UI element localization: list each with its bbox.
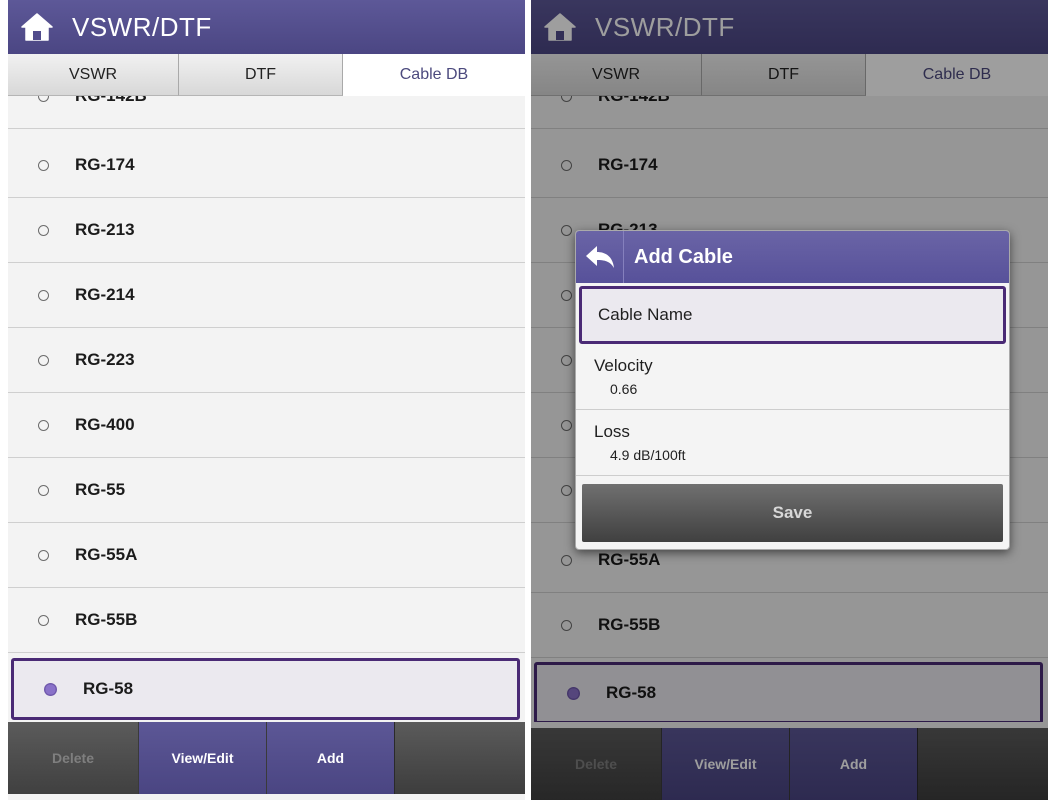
cable-name: RG-55A bbox=[598, 550, 661, 569]
cable-list[interactable]: RG-142B RG-174 RG-213 RG-214 RG-223 RG-4… bbox=[8, 96, 525, 722]
cable-name-field[interactable]: Cable Name bbox=[579, 286, 1006, 344]
loss-label: Loss bbox=[594, 422, 630, 441]
velocity-label: Velocity bbox=[594, 356, 653, 375]
bottom-action-bar: Delete View/Edit Add bbox=[8, 722, 525, 794]
tab-vswr[interactable]: VSWR bbox=[8, 54, 179, 96]
list-item[interactable]: RG-142B bbox=[8, 96, 525, 129]
radio-button[interactable] bbox=[561, 619, 572, 631]
add-cable-dialog: Add Cable Cable Name Velocity 0.66 Loss … bbox=[575, 230, 1010, 550]
radio-button[interactable] bbox=[38, 159, 49, 171]
cable-name: RG-55B bbox=[598, 615, 661, 634]
radio-button-checked[interactable] bbox=[567, 686, 580, 700]
cable-name-label: Cable Name bbox=[598, 305, 693, 324]
delete-button[interactable]: Delete bbox=[531, 728, 661, 800]
radio-button[interactable] bbox=[561, 224, 572, 236]
tab-dtf[interactable]: DTF bbox=[179, 54, 343, 96]
cable-name: RG-223 bbox=[75, 350, 135, 369]
list-item[interactable]: RG-214 bbox=[8, 263, 525, 328]
list-item[interactable]: RG-55 bbox=[8, 458, 525, 523]
cable-name: RG-400 bbox=[75, 415, 135, 434]
title-bar: VSWR/DTF bbox=[531, 0, 1048, 54]
loss-field[interactable]: Loss 4.9 dB/100ft bbox=[576, 410, 1009, 476]
radio-button[interactable] bbox=[38, 354, 49, 366]
radio-button[interactable] bbox=[561, 419, 572, 431]
cable-name: RG-55 bbox=[75, 480, 126, 499]
home-icon[interactable] bbox=[543, 12, 579, 42]
back-arrow-icon[interactable] bbox=[576, 231, 624, 283]
list-item[interactable]: RG-400 bbox=[8, 393, 525, 458]
tab-cable-db[interactable]: Cable DB bbox=[343, 54, 525, 96]
radio-button-checked[interactable] bbox=[44, 682, 57, 696]
add-button[interactable]: Add bbox=[789, 728, 917, 800]
tab-cable-db[interactable]: Cable DB bbox=[866, 54, 1048, 96]
radio-button[interactable] bbox=[38, 549, 49, 561]
cable-name: RG-58 bbox=[606, 683, 657, 702]
cable-name: RG-213 bbox=[75, 220, 135, 239]
list-item-selected[interactable]: RG-58 bbox=[534, 662, 1043, 722]
title-bar: VSWR/DTF bbox=[8, 0, 525, 54]
app-title: VSWR/DTF bbox=[72, 11, 212, 42]
cable-name: RG-174 bbox=[598, 155, 658, 174]
cable-name: RG-174 bbox=[75, 155, 135, 174]
bottom-action-bar: Delete View/Edit Add bbox=[531, 728, 1048, 800]
dialog-header: Add Cable bbox=[576, 231, 1009, 283]
cable-name: RG-55B bbox=[75, 610, 138, 629]
dialog-title: Add Cable bbox=[634, 245, 733, 268]
radio-button[interactable] bbox=[38, 96, 49, 102]
radio-button[interactable] bbox=[561, 484, 572, 496]
cable-name: RG-58 bbox=[83, 679, 134, 698]
list-item[interactable]: RG-55B bbox=[531, 593, 1048, 658]
empty-button-slot bbox=[394, 722, 525, 794]
loss-value: 4.9 dB/100ft bbox=[610, 447, 686, 463]
radio-button[interactable] bbox=[38, 419, 49, 431]
app-title: VSWR/DTF bbox=[595, 11, 735, 42]
cable-db-screen: VSWR/DTF VSWR DTF Cable DB RG-142B RG-17… bbox=[8, 0, 525, 800]
save-button[interactable]: Save bbox=[582, 484, 1003, 542]
view-edit-button[interactable]: View/Edit bbox=[138, 722, 266, 794]
list-item[interactable]: RG-223 bbox=[8, 328, 525, 393]
radio-button[interactable] bbox=[561, 159, 572, 171]
tab-dtf[interactable]: DTF bbox=[702, 54, 866, 96]
cable-name: RG-142B bbox=[598, 96, 670, 106]
add-button[interactable]: Add bbox=[266, 722, 394, 794]
list-item[interactable]: RG-174 bbox=[531, 133, 1048, 198]
radio-button[interactable] bbox=[561, 354, 572, 366]
view-edit-button[interactable]: View/Edit bbox=[661, 728, 789, 800]
radio-button[interactable] bbox=[38, 289, 49, 301]
list-item[interactable]: RG-174 bbox=[8, 133, 525, 198]
home-icon[interactable] bbox=[20, 12, 56, 42]
radio-button[interactable] bbox=[561, 96, 572, 102]
tab-bar: VSWR DTF Cable DB bbox=[531, 54, 1048, 96]
list-item[interactable]: RG-55A bbox=[8, 523, 525, 588]
add-cable-screen: VSWR/DTF VSWR DTF Cable DB RG-142B RG-17… bbox=[531, 0, 1048, 800]
cable-name: RG-142B bbox=[75, 96, 147, 106]
list-item[interactable]: RG-142B bbox=[531, 96, 1048, 129]
radio-button[interactable] bbox=[38, 484, 49, 496]
list-item[interactable]: RG-213 bbox=[8, 198, 525, 263]
list-item-selected[interactable]: RG-58 bbox=[11, 658, 520, 720]
delete-button[interactable]: Delete bbox=[8, 722, 138, 794]
list-item[interactable]: RG-55B bbox=[8, 588, 525, 653]
velocity-field[interactable]: Velocity 0.66 bbox=[576, 344, 1009, 410]
velocity-value: 0.66 bbox=[610, 381, 638, 397]
radio-button[interactable] bbox=[38, 614, 49, 626]
cable-name: RG-214 bbox=[75, 285, 135, 304]
radio-button[interactable] bbox=[561, 554, 572, 566]
cable-name: RG-55A bbox=[75, 545, 138, 564]
tab-bar: VSWR DTF Cable DB bbox=[8, 54, 525, 96]
empty-button-slot bbox=[917, 728, 1048, 800]
radio-button[interactable] bbox=[38, 224, 49, 236]
radio-button[interactable] bbox=[561, 289, 572, 301]
tab-vswr[interactable]: VSWR bbox=[531, 54, 702, 96]
